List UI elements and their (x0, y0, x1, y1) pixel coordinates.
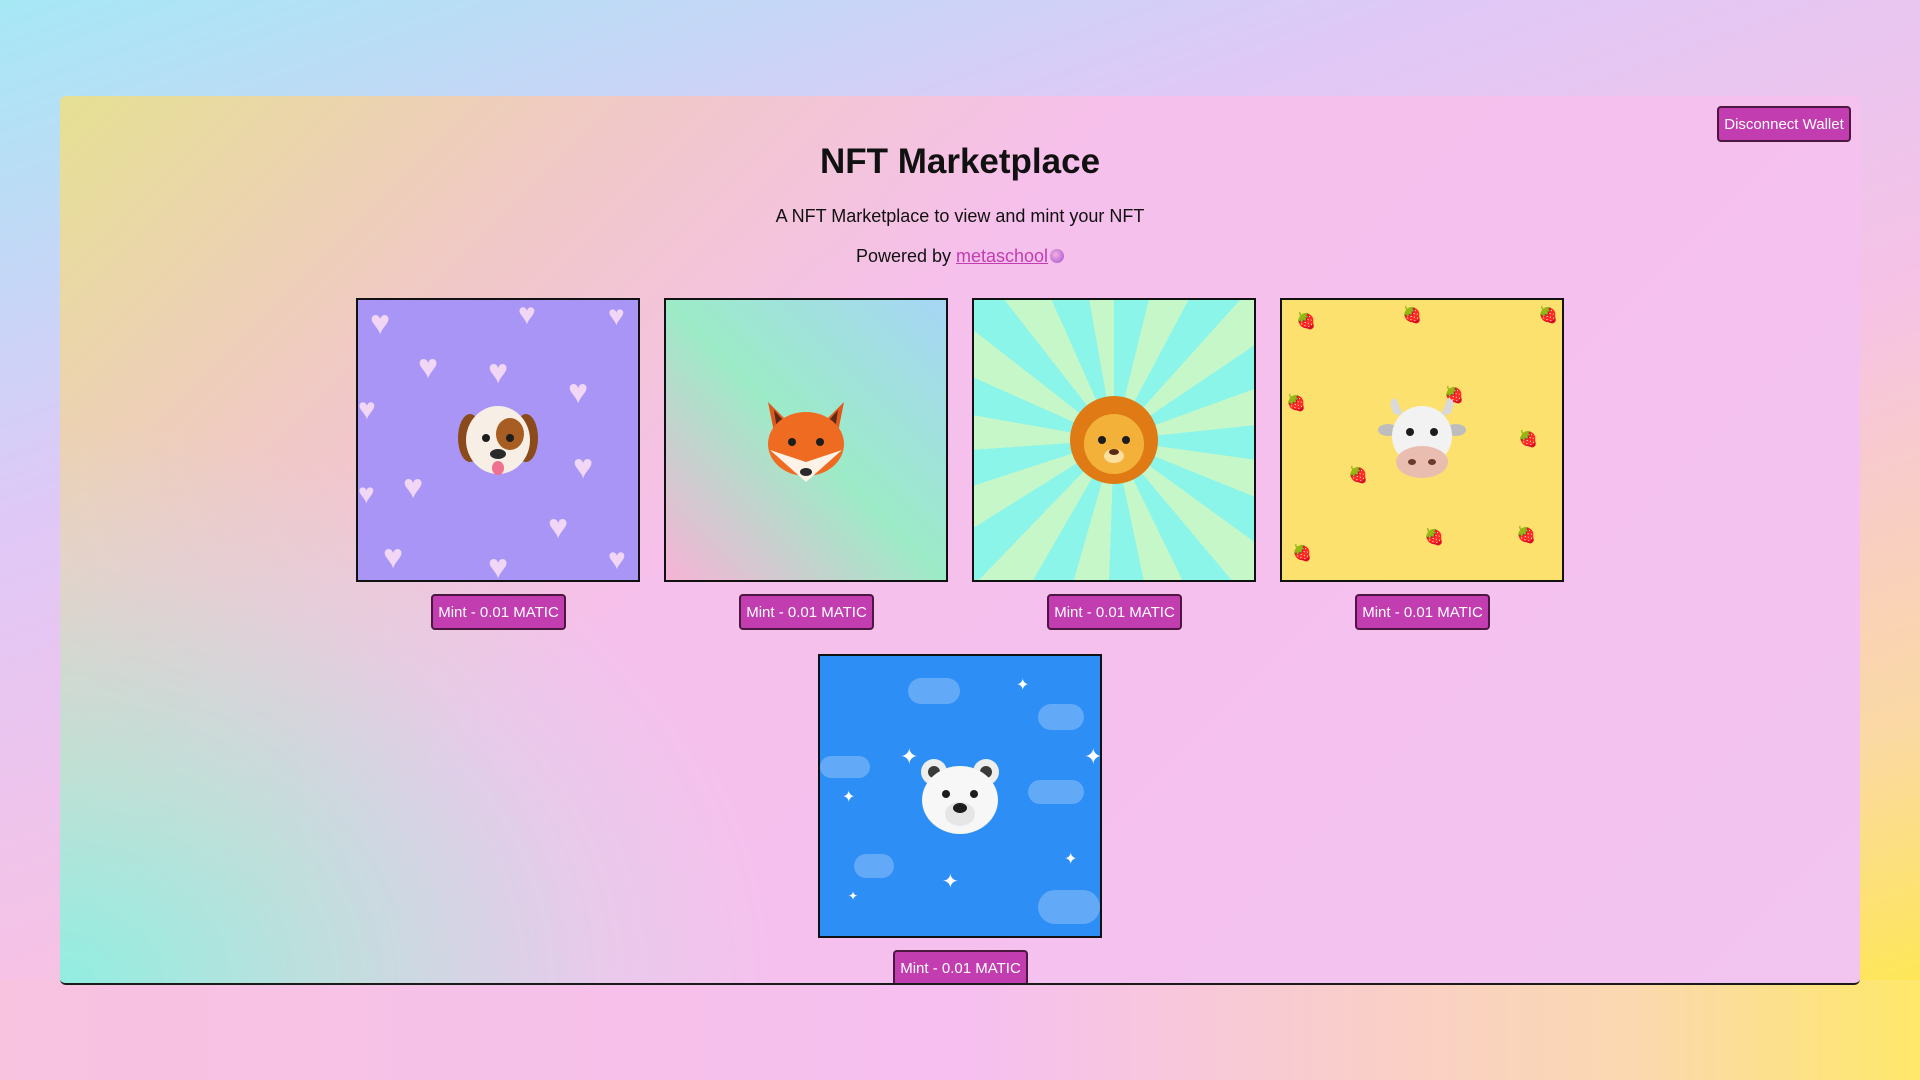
heart-icon: ♥ (358, 478, 375, 509)
metaschool-logo-icon (1050, 249, 1065, 263)
cloud-shape (1028, 780, 1084, 804)
powered-by-prefix: Powered by (855, 246, 956, 266)
heart-icon: ♥ (403, 468, 424, 506)
mint-button-fox[interactable]: Mint - 0.01 MATIC (739, 594, 874, 630)
cloud-shape (1038, 890, 1100, 924)
heart-icon: ♥ (568, 373, 589, 411)
heart-icon: ♥ (370, 304, 391, 342)
heart-icon: ♥ (383, 538, 404, 576)
powered-by: Powered by metaschool (60, 246, 1860, 267)
nft-card-lion: Mint - 0.01 MATIC (972, 298, 1256, 630)
heart-icon: ♥ (608, 300, 625, 331)
heart-icon: ♥ (358, 393, 376, 426)
nft-card-cow: 🍓 🍓 🍓 🍓 🍓 🍓 🍓 🍓 🍓 🍓 Mint - 0.01 MATIC (1280, 298, 1564, 630)
fox-face-icon (768, 402, 844, 482)
sparkle-icon: ✦ (1064, 851, 1078, 868)
mint-button-lion[interactable]: Mint - 0.01 MATIC (1047, 594, 1182, 630)
cloud-shape (908, 678, 960, 704)
page-background-bottom (0, 980, 1920, 1080)
heart-icon: ♥ (573, 448, 594, 486)
nft-image-cow[interactable]: 🍓 🍓 🍓 🍓 🍓 🍓 🍓 🍓 🍓 🍓 (1280, 298, 1564, 582)
strawberry-icon: 🍓 (1286, 395, 1306, 412)
heart-icon: ♥ (418, 348, 439, 386)
strawberry-icon: 🍓 (1424, 529, 1444, 546)
cow-face-icon (1378, 398, 1466, 478)
heart-icon: ♥ (548, 508, 569, 546)
nft-image-polar-bear[interactable]: ✦ ✦ ✦ ✦ ✦ ✦ ✦ (818, 654, 1102, 938)
strawberry-icon: 🍓 (1538, 307, 1558, 324)
page-title: NFT Marketplace (819, 142, 1101, 181)
page-subtitle: A NFT Marketplace to view and mint your … (775, 206, 1145, 226)
lion-face-icon (1070, 396, 1158, 484)
strawberry-icon: 🍓 (1516, 527, 1536, 544)
disconnect-wallet-button[interactable]: Disconnect Wallet (1717, 106, 1851, 142)
cloud-shape (820, 756, 870, 778)
nft-image-lion[interactable] (972, 298, 1256, 582)
polar-bear-face-icon (921, 759, 999, 834)
nft-card-fox: Mint - 0.01 MATIC (664, 298, 948, 630)
nft-image-dog[interactable]: ♥ ♥ ♥ ♥ ♥ ♥ ♥ ♥ ♥ ♥ ♥ ♥ ♥ ♥ (356, 298, 640, 582)
mint-button-cow[interactable]: Mint - 0.01 MATIC (1355, 594, 1490, 630)
heart-icon: ♥ (518, 298, 536, 331)
app-window: Disconnect Wallet NFT Marketplace A NFT … (60, 96, 1860, 985)
sparkle-icon: ✦ (1016, 677, 1030, 694)
sparkle-icon: ✦ (842, 789, 856, 806)
mint-button-dog[interactable]: Mint - 0.01 MATIC (431, 594, 566, 630)
heart-icon: ♥ (488, 548, 509, 582)
strawberry-icon: 🍓 (1292, 545, 1312, 562)
sparkle-icon: ✦ (942, 871, 959, 893)
heart-icon: ♥ (488, 353, 509, 391)
strawberry-icon: 🍓 (1402, 307, 1422, 324)
metaschool-link[interactable]: metaschool (956, 246, 1048, 266)
dog-face-icon (458, 406, 538, 475)
nft-card-dog: ♥ ♥ ♥ ♥ ♥ ♥ ♥ ♥ ♥ ♥ ♥ ♥ ♥ ♥ Mint - 0.01 … (356, 298, 640, 630)
sparkle-icon: ✦ (1084, 744, 1102, 769)
mint-button-polar-bear[interactable]: Mint - 0.01 MATIC (893, 950, 1028, 983)
nft-card-polar-bear: ✦ ✦ ✦ ✦ ✦ ✦ ✦ Mint - 0.01 MATIC (818, 654, 1102, 983)
sparkle-icon: ✦ (848, 889, 859, 903)
strawberry-icon: 🍓 (1348, 467, 1368, 484)
heart-icon: ♥ (608, 543, 626, 576)
cloud-shape (854, 854, 894, 878)
nft-image-fox[interactable] (664, 298, 948, 582)
cloud-shape (1038, 704, 1084, 730)
strawberry-icon: 🍓 (1518, 431, 1538, 448)
strawberry-icon: 🍓 (1296, 313, 1316, 330)
